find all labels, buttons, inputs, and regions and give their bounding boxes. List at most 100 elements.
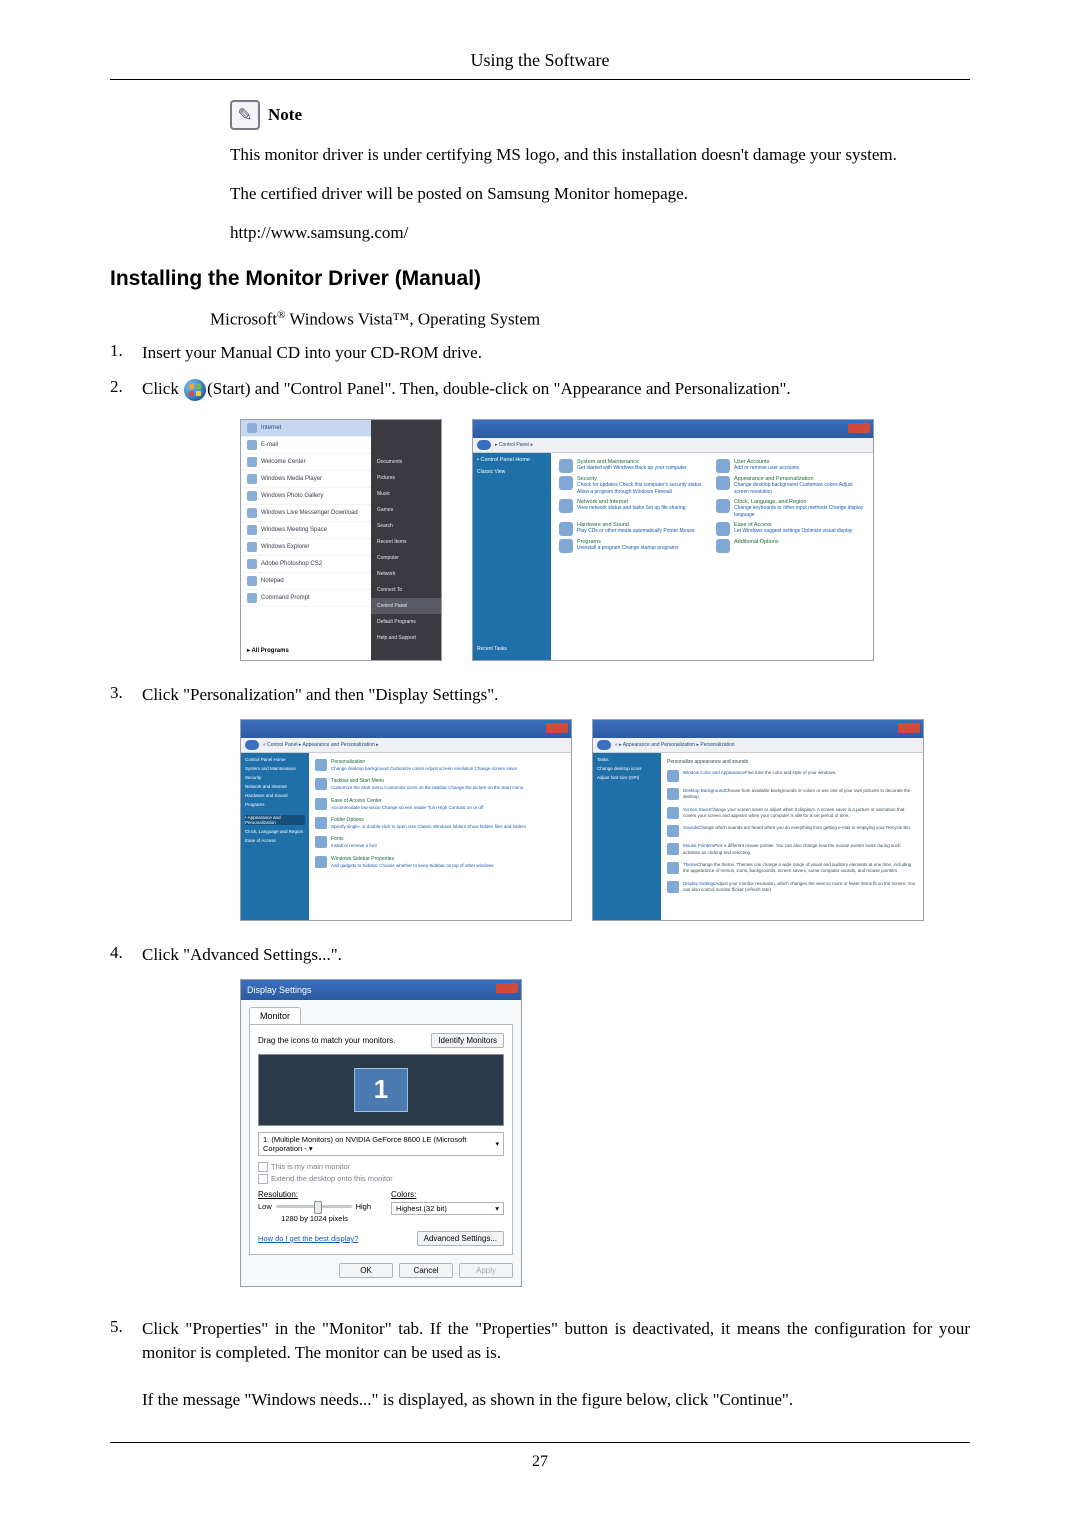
colors-label: Colors:: [391, 1190, 504, 1199]
start-side-item[interactable]: Help and Support: [371, 630, 441, 646]
tasks-head: Tasks: [597, 757, 657, 762]
resolution-label: Resolution:: [258, 1190, 371, 1199]
cp-left-item[interactable]: • Appearance and Personalization: [245, 815, 305, 825]
start-menu-item[interactable]: Welcome Center: [261, 459, 306, 465]
back-button[interactable]: [245, 740, 259, 750]
monitor-icon[interactable]: 1: [354, 1068, 408, 1112]
step-num-5: 5.: [110, 1317, 142, 1412]
tasks-item[interactable]: Change desktop icons: [597, 766, 657, 771]
all-programs[interactable]: ▸ All Programs: [247, 647, 289, 654]
start-side-item[interactable]: Search: [371, 518, 441, 534]
step-text-3: Click "Personalization" and then "Displa…: [142, 683, 970, 707]
cp-left-item[interactable]: System and Maintenance: [245, 766, 305, 771]
os-line: Microsoft® Windows Vista™, Operating Sys…: [210, 309, 970, 330]
resolution-slider[interactable]: [276, 1205, 352, 1208]
cp-left-item[interactable]: Ease of Access: [245, 838, 305, 843]
start-side-item[interactable]: Computer: [371, 550, 441, 566]
slider-low: Low: [258, 1202, 272, 1211]
start-side-item[interactable]: Games: [371, 502, 441, 518]
tasks-item[interactable]: Adjust font size (DPI): [597, 775, 657, 780]
breadcrumb[interactable]: « ▸ Appearance and Personalization ▸ Per…: [615, 742, 735, 748]
cp-left-item[interactable]: Security: [245, 775, 305, 780]
start-menu-item[interactable]: Windows Explorer: [261, 544, 309, 550]
ap-item[interactable]: Ease of Access Center: [331, 798, 483, 805]
pers-item[interactable]: Window Color and Appearance: [683, 770, 745, 775]
monitor-preview[interactable]: 1: [258, 1054, 504, 1126]
colors-select[interactable]: Highest (32 bit)▾: [391, 1202, 504, 1215]
back-button[interactable]: [477, 440, 491, 450]
start-side-item[interactable]: Network: [371, 566, 441, 582]
ap-item[interactable]: Windows Sidebar Properties: [331, 856, 494, 863]
identify-monitors-button[interactable]: Identify Monitors: [431, 1033, 504, 1048]
pers-item[interactable]: Screen Saver: [683, 807, 710, 812]
close-icon[interactable]: [898, 723, 920, 733]
start-menu-item[interactable]: Adobe Photoshop CS2: [261, 561, 322, 567]
cp-left-item[interactable]: Programs: [245, 802, 305, 807]
close-icon[interactable]: [848, 423, 870, 433]
close-icon[interactable]: [546, 723, 568, 733]
start-side-item[interactable]: Control Panel: [371, 598, 441, 614]
start-menu-item[interactable]: Windows Live Messenger Download: [261, 510, 358, 516]
cp-left-item[interactable]: Classic View: [477, 469, 547, 475]
cp-recent-tasks: Recent Tasks: [477, 646, 547, 652]
step-text-1: Insert your Manual CD into your CD-ROM d…: [142, 341, 970, 365]
start-menu-item[interactable]: Notepad: [261, 578, 284, 584]
step-num-2: 2.: [110, 377, 142, 401]
page-header: Using the Software: [110, 50, 970, 71]
section-title: Installing the Monitor Driver (Manual): [110, 267, 970, 291]
start-menu-item[interactable]: Internet: [261, 425, 281, 431]
help-link[interactable]: How do I get the best display?: [258, 1234, 358, 1243]
start-side-item[interactable]: Documents: [371, 454, 441, 470]
start-side-item[interactable]: Recent Items: [371, 534, 441, 550]
monitor-dropdown[interactable]: 1. (Multiple Monitors) on NVIDIA GeForce…: [258, 1132, 504, 1156]
start-menu-item[interactable]: Command Prompt: [261, 595, 310, 601]
page-number: 27: [110, 1453, 970, 1471]
back-button[interactable]: [597, 740, 611, 750]
pers-item[interactable]: Mouse Pointers: [683, 843, 714, 848]
start-menu-item[interactable]: Windows Photo Gallery: [261, 493, 323, 499]
step-num-3: 3.: [110, 683, 142, 707]
start-menu-item[interactable]: E-mail: [261, 442, 278, 448]
note-line-2: The certified driver will be posted on S…: [230, 183, 970, 206]
main-monitor-checkbox: This is my main monitor: [258, 1162, 504, 1172]
pers-item[interactable]: Sounds: [683, 825, 698, 830]
ap-item[interactable]: Taskbar and Start Menu: [331, 778, 523, 785]
cp-category[interactable]: Additional Options: [734, 539, 779, 545]
category-icon: [559, 459, 573, 473]
start-menu-item[interactable]: Windows Media Player: [261, 476, 322, 482]
app-icon: [247, 423, 257, 433]
close-icon[interactable]: [496, 983, 518, 993]
breadcrumb[interactable]: ▸ Control Panel ▸: [495, 442, 533, 448]
start-menu-item[interactable]: Windows Meeting Space: [261, 527, 327, 533]
breadcrumb[interactable]: « Control Panel ▸ Appearance and Persona…: [263, 742, 379, 748]
ok-button[interactable]: OK: [339, 1263, 393, 1278]
cancel-button[interactable]: Cancel: [399, 1263, 453, 1278]
pers-item[interactable]: Theme: [683, 862, 697, 867]
screenshot-personalization: « ▸ Appearance and Personalization ▸ Per…: [592, 719, 924, 921]
start-side-item[interactable]: Connect To: [371, 582, 441, 598]
start-side-item[interactable]: Default Programs: [371, 614, 441, 630]
apply-button: Apply: [459, 1263, 513, 1278]
chevron-down-icon: ▾: [495, 1204, 499, 1213]
step-num-1: 1.: [110, 341, 142, 365]
drag-instruction: Drag the icons to match your monitors.: [258, 1036, 395, 1045]
note-line-3: http://www.samsung.com/: [230, 222, 970, 245]
cp-left-item[interactable]: Hardware and Sound: [245, 793, 305, 798]
extend-desktop-checkbox: Extend the desktop onto this monitor: [258, 1174, 504, 1184]
start-side-item[interactable]: Music: [371, 486, 441, 502]
slider-high: High: [356, 1202, 371, 1211]
step-text-2: Click (Start) and "Control Panel". Then,…: [142, 377, 970, 401]
ap-item[interactable]: Personalization: [331, 759, 517, 766]
screenshot-appearance-personalization: « Control Panel ▸ Appearance and Persona…: [240, 719, 572, 921]
cp-left-item[interactable]: Network and Internet: [245, 784, 305, 789]
ap-item[interactable]: Folder Options: [331, 817, 526, 824]
advanced-settings-button[interactable]: Advanced Settings...: [417, 1231, 504, 1246]
screenshot-display-settings: Display Settings Monitor Drag the icons …: [240, 979, 522, 1287]
ap-item[interactable]: Fonts: [331, 836, 377, 843]
pers-item[interactable]: Desktop Background: [683, 788, 725, 793]
pers-item[interactable]: Display Settings: [683, 881, 715, 886]
pers-heading: Personalize appearance and sounds: [667, 759, 917, 765]
tab-monitor[interactable]: Monitor: [249, 1007, 301, 1024]
start-side-item[interactable]: Pictures: [371, 470, 441, 486]
cp-left-item[interactable]: Clock, Language and Region: [245, 829, 305, 834]
